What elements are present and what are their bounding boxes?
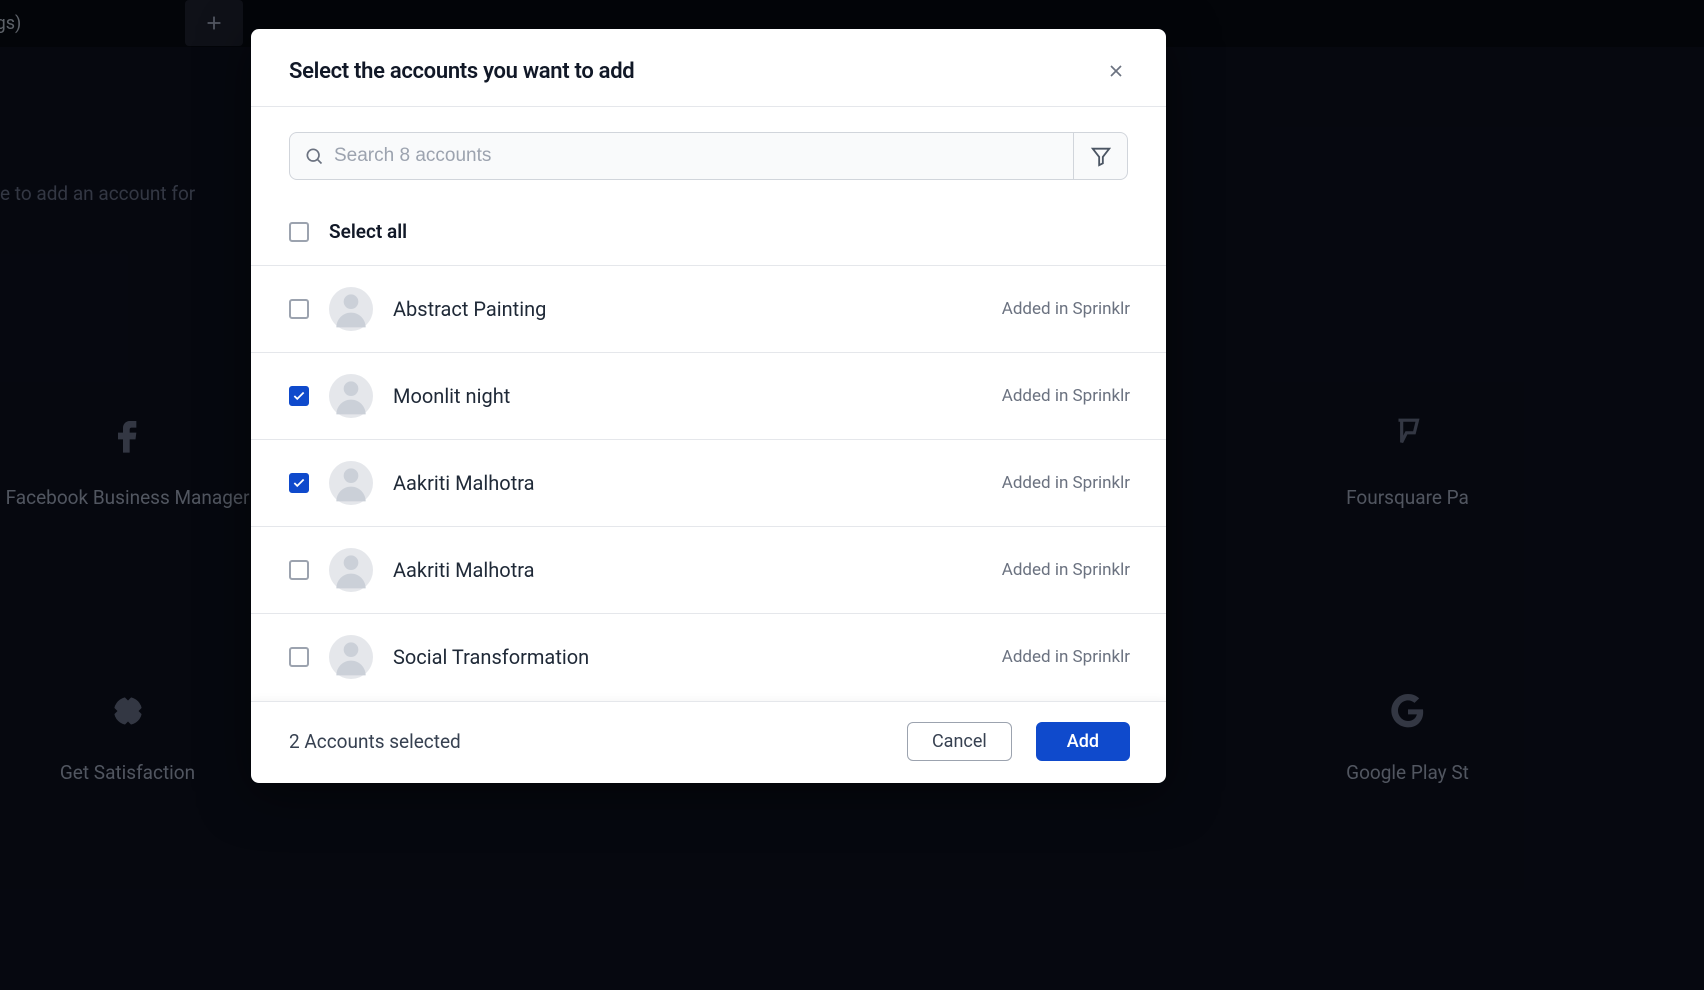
account-status: Added in Sprinklr (1002, 473, 1130, 493)
person-icon (329, 461, 373, 505)
account-name: Moonlit night (393, 384, 982, 408)
account-list[interactable]: Abstract PaintingAdded in SprinklrMoonli… (251, 265, 1166, 701)
avatar (329, 461, 373, 505)
account-checkbox[interactable] (289, 386, 309, 406)
account-checkbox[interactable] (289, 560, 309, 580)
account-row[interactable]: Moonlit night Added in Sprinklr (251, 352, 1166, 439)
footer-buttons: Cancel Add (907, 722, 1130, 761)
search-icon (304, 146, 324, 166)
account-name: Abstract Painting (393, 297, 982, 321)
close-button[interactable] (1102, 57, 1130, 85)
account-row[interactable]: Abstract Painting Added in Sprinklr (251, 265, 1166, 352)
search-section (251, 107, 1166, 180)
search-box (289, 132, 1128, 180)
avatar (329, 548, 373, 592)
close-icon (1106, 61, 1126, 81)
avatar (329, 374, 373, 418)
person-icon (329, 287, 373, 331)
account-row[interactable]: Social Transformation Added in Sprinklr (251, 613, 1166, 700)
account-status: Added in Sprinklr (1002, 560, 1130, 580)
cancel-button[interactable]: Cancel (907, 722, 1012, 761)
select-all-label: Select all (329, 220, 407, 243)
search-icon-wrap (290, 133, 334, 179)
add-button[interactable]: Add (1036, 722, 1130, 761)
account-name: Aakriti Malhotra (393, 471, 982, 495)
select-accounts-modal: Select the accounts you want to add Sele… (251, 29, 1166, 783)
filter-icon (1090, 145, 1112, 167)
search-input[interactable] (334, 133, 1073, 179)
account-status: Added in Sprinklr (1002, 647, 1130, 667)
account-status: Added in Sprinklr (1002, 299, 1130, 319)
select-all-row: Select all (251, 180, 1166, 265)
account-name: Aakriti Malhotra (393, 558, 982, 582)
account-checkbox[interactable] (289, 299, 309, 319)
modal-title: Select the accounts you want to add (289, 59, 634, 84)
select-all-checkbox[interactable] (289, 222, 309, 242)
modal-footer: 2 Accounts selected Cancel Add (251, 701, 1166, 783)
account-checkbox[interactable] (289, 473, 309, 493)
selected-count: 2 Accounts selected (289, 730, 461, 753)
account-row[interactable]: Aakriti Malhotra Added in Sprinklr (251, 526, 1166, 613)
account-row[interactable]: Aakriti Malhotra Added in Sprinklr (251, 439, 1166, 526)
person-icon (329, 374, 373, 418)
person-icon (329, 635, 373, 679)
avatar (329, 287, 373, 331)
account-status: Added in Sprinklr (1002, 386, 1130, 406)
modal-header: Select the accounts you want to add (251, 29, 1166, 107)
account-name: Social Transformation (393, 645, 982, 669)
account-checkbox[interactable] (289, 647, 309, 667)
filter-button[interactable] (1073, 133, 1127, 179)
avatar (329, 635, 373, 679)
person-icon (329, 548, 373, 592)
